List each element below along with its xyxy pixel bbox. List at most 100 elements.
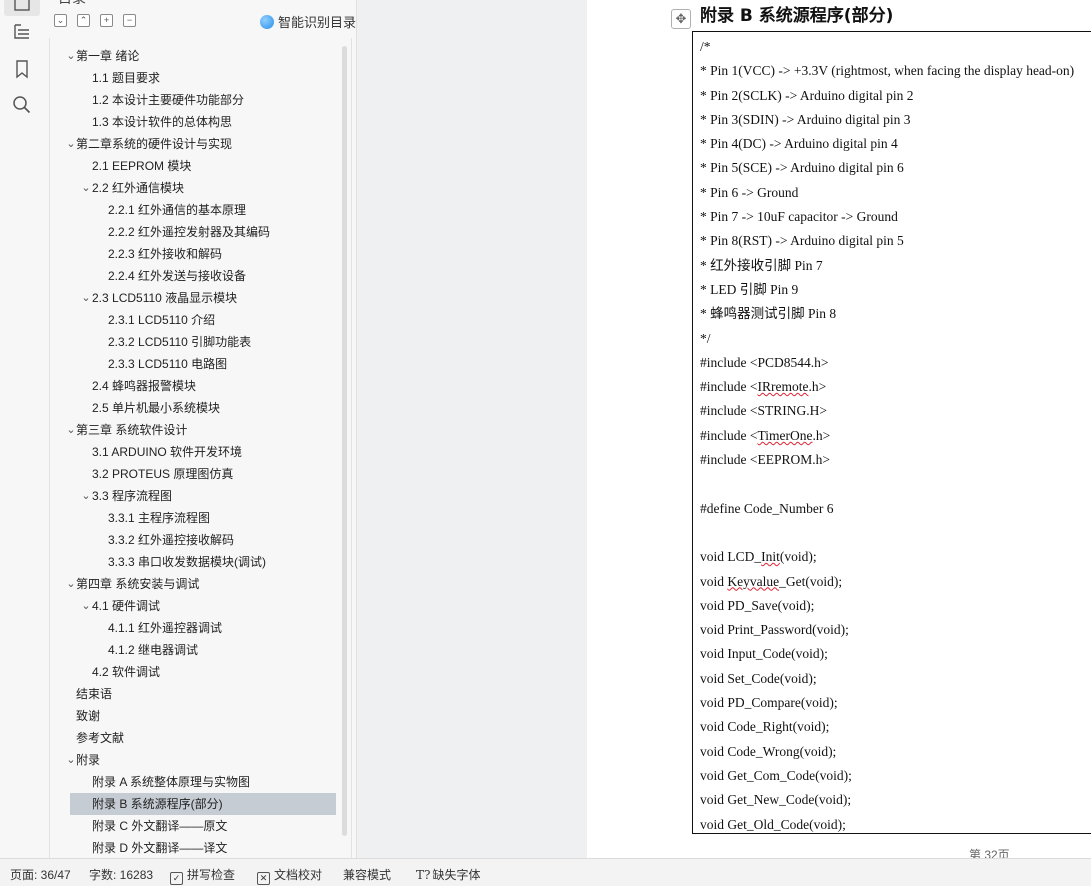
toc-item[interactable]: 2.3.2 LCD5110 引脚功能表 — [50, 331, 337, 353]
code-line: * Pin 4(DC) -> Arduino digital pin 4 — [700, 136, 898, 152]
code-line: * Pin 3(SDIN) -> Arduino digital pin 3 — [700, 111, 911, 127]
toc-item[interactable]: 附录 A 系统整体原理与实物图 — [50, 771, 337, 793]
smart-ai-icon — [260, 15, 274, 29]
toc-item[interactable]: ⌄ 第二章系统的硬件设计与实现 — [50, 133, 337, 155]
toc-item-label: 2.2.2 红外遥控发射器及其编码 — [108, 225, 271, 239]
toc-item[interactable]: 2.1 EEPROM 模块 — [50, 155, 337, 177]
toc-title: 目录 — [58, 0, 86, 8]
collapse-all-icon[interactable]: ⌄ — [54, 14, 67, 27]
toc-item[interactable]: 2.2.2 红外遥控发射器及其编码 — [50, 221, 337, 243]
bookmark-icon[interactable] — [11, 58, 33, 80]
code-line: * Pin 2(SCLK) -> Arduino digital pin 2 — [700, 87, 914, 103]
toc-item-label: 附录 B 系统源程序(部分) — [92, 797, 223, 811]
code-line: * Pin 5(SCE) -> Arduino digital pin 6 — [700, 160, 904, 176]
toc-item[interactable]: 1.1 题目要求 — [50, 67, 337, 89]
spell-check-label: 拼写检查 — [187, 868, 236, 882]
code-line: void Keyvalue_Get(void); — [700, 573, 843, 589]
toc-item[interactable]: ⌄ 3.3 程序流程图 — [50, 485, 337, 507]
toc-item-label: 附录 A 系统整体原理与实物图 — [92, 775, 251, 789]
toc-item[interactable]: 致谢 — [50, 705, 337, 727]
code-line: #include <PCD8544.h> — [700, 354, 829, 370]
toc-item[interactable]: 附录 D 外文翻译——译文 — [50, 837, 337, 859]
toc-item-label: 1.3 本设计软件的总体构思 — [92, 115, 233, 129]
search-icon[interactable] — [11, 94, 33, 116]
toc-item[interactable]: 2.5 单片机最小系统模块 — [50, 397, 337, 419]
code-line: void Get_New_Code(void); — [700, 792, 852, 808]
toc-item-label: 3.3.2 红外遥控接收解码 — [108, 533, 235, 547]
toc-item-label: 4.1.1 红外遥控器调试 — [108, 621, 223, 635]
toc-item[interactable]: ⌄ 2.3 LCD5110 液晶显示模块 — [50, 287, 337, 309]
toc-item[interactable]: 2.4 蜂鸣器报警模块 — [50, 375, 337, 397]
toc-item-label: 结束语 — [76, 687, 113, 701]
toc-item-label: 参考文献 — [76, 731, 125, 745]
toc-item[interactable]: 4.2 软件调试 — [50, 661, 337, 683]
toc-item[interactable]: 2.3.3 LCD5110 电路图 — [50, 353, 337, 375]
missing-fonts-button[interactable]: T? 缺失字体 — [416, 866, 480, 883]
toc-item[interactable]: 2.2.4 红外发送与接收设备 — [50, 265, 337, 287]
toc-item[interactable]: ⌄ 2.2 红外通信模块 — [50, 177, 337, 199]
code-line: void LCD_Init(void); — [700, 549, 817, 565]
toc-item[interactable]: 3.3.3 串口收发数据模块(调试) — [50, 551, 337, 573]
toc-item-label: 1.1 题目要求 — [92, 71, 161, 85]
code-line: #include <IRremote.h> — [700, 379, 827, 395]
compat-mode-label: 兼容模式 — [343, 868, 392, 882]
chevron-down-icon[interactable]: ⌄ — [80, 485, 92, 507]
appendix-heading: 附录 B 系统源程序(部分) — [700, 6, 894, 26]
page-indicator[interactable]: 页面: 36/47 — [10, 866, 71, 883]
toc-item-label: 2.2.3 红外接收和解码 — [108, 247, 223, 261]
toc-item[interactable]: 附录 C 外文翻译——原文 — [50, 815, 337, 837]
code-listing: /* * Pin 1(VCC) -> +3.3V (rightmost, whe… — [700, 35, 1074, 833]
chevron-down-icon[interactable]: ⌄ — [80, 595, 92, 617]
toc-item[interactable]: 附录 B 系统源程序(部分) — [70, 793, 336, 815]
toc-item[interactable]: 参考文献 — [50, 727, 337, 749]
code-line: void Code_Right(void); — [700, 719, 830, 735]
toc-item-label: 2.2.4 红外发送与接收设备 — [108, 269, 247, 283]
document-page[interactable]: ✥ 附录 B 系统源程序(部分) /* * Pin 1(VCC) -> +3.3… — [587, 0, 1091, 862]
toc-item[interactable]: 3.1 ARDUINO 软件开发环境 — [50, 441, 337, 463]
proofread-label: 文档校对 — [274, 868, 323, 882]
toc-item[interactable]: ⌄ 第三章 系统软件设计 — [50, 419, 337, 441]
toc-tree: ⌄ 第一章 绪论 1.1 题目要求 1.2 本设计主要硬件功能部分 1.3 本设计软件的… — [49, 38, 352, 858]
chevron-down-icon[interactable]: ⌄ — [80, 177, 92, 199]
toc-item-label: 3.2 PROTEUS 原理图仿真 — [92, 467, 234, 481]
proofread-button[interactable]: ✕ 文档校对 — [257, 866, 322, 885]
toc-item[interactable]: 4.1.1 红外遥控器调试 — [50, 617, 337, 639]
toc-item[interactable]: 3.3.1 主程序流程图 — [50, 507, 337, 529]
toc-item[interactable]: 2.2.1 红外通信的基本原理 — [50, 199, 337, 221]
toc-scrollbar[interactable] — [342, 46, 347, 836]
toc-panel-toggle-icon[interactable] — [4, 0, 40, 16]
spell-check-button[interactable]: ✓ 拼写检查 — [170, 866, 235, 885]
code-line: void Get_Com_Code(void); — [700, 767, 852, 783]
toc-item-label: 第四章 系统安装与调试 — [76, 577, 200, 591]
code-line: */ — [700, 330, 711, 346]
word-count[interactable]: 字数: 16283 — [89, 866, 153, 883]
table-move-handle-icon[interactable]: ✥ — [671, 9, 691, 29]
toc-item[interactable]: ⌄ 4.1 硬件调试 — [50, 595, 337, 617]
toc-item[interactable]: 1.3 本设计软件的总体构思 — [50, 111, 337, 133]
toc-item[interactable]: ⌄ 附录 — [50, 749, 337, 771]
toc-item[interactable]: 1.2 本设计主要硬件功能部分 — [50, 89, 337, 111]
toc-item[interactable]: 2.3.1 LCD5110 介绍 — [50, 309, 337, 331]
toc-item[interactable]: ⌄ 第四章 系统安装与调试 — [50, 573, 337, 595]
add-heading-icon[interactable]: + — [100, 14, 113, 27]
toc-item[interactable]: 结束语 — [50, 683, 337, 705]
toc-item[interactable]: ⌄ 第一章 绪论 — [50, 45, 337, 67]
chevron-down-icon[interactable]: ⌄ — [80, 287, 92, 309]
toc-item-label: 2.2 红外通信模块 — [92, 181, 185, 195]
smart-toc-button[interactable]: 智能识别目录 — [260, 12, 356, 31]
remove-heading-icon[interactable]: − — [123, 14, 136, 27]
toc-item[interactable]: 3.2 PROTEUS 原理图仿真 — [50, 463, 337, 485]
code-table[interactable]: /* * Pin 1(VCC) -> +3.3V (rightmost, whe… — [692, 31, 1091, 834]
outline-icon[interactable] — [11, 21, 33, 43]
left-icon-rail — [0, 0, 45, 858]
toc-item[interactable]: 2.2.3 红外接收和解码 — [50, 243, 337, 265]
code-line: void Get_Old_Code(void); — [700, 816, 846, 832]
spell-check-icon: ✓ — [170, 872, 183, 885]
expand-up-icon[interactable]: ⌃ — [77, 14, 90, 27]
toc-item[interactable]: 4.1.2 继电器调试 — [50, 639, 337, 661]
toc-item-label: 4.2 软件调试 — [92, 665, 161, 679]
code-line: #include <EEPROM.h> — [700, 452, 830, 468]
toc-item-label: 附录 D 外文翻译——译文 — [92, 841, 228, 855]
toc-item[interactable]: 3.3.2 红外遥控接收解码 — [50, 529, 337, 551]
